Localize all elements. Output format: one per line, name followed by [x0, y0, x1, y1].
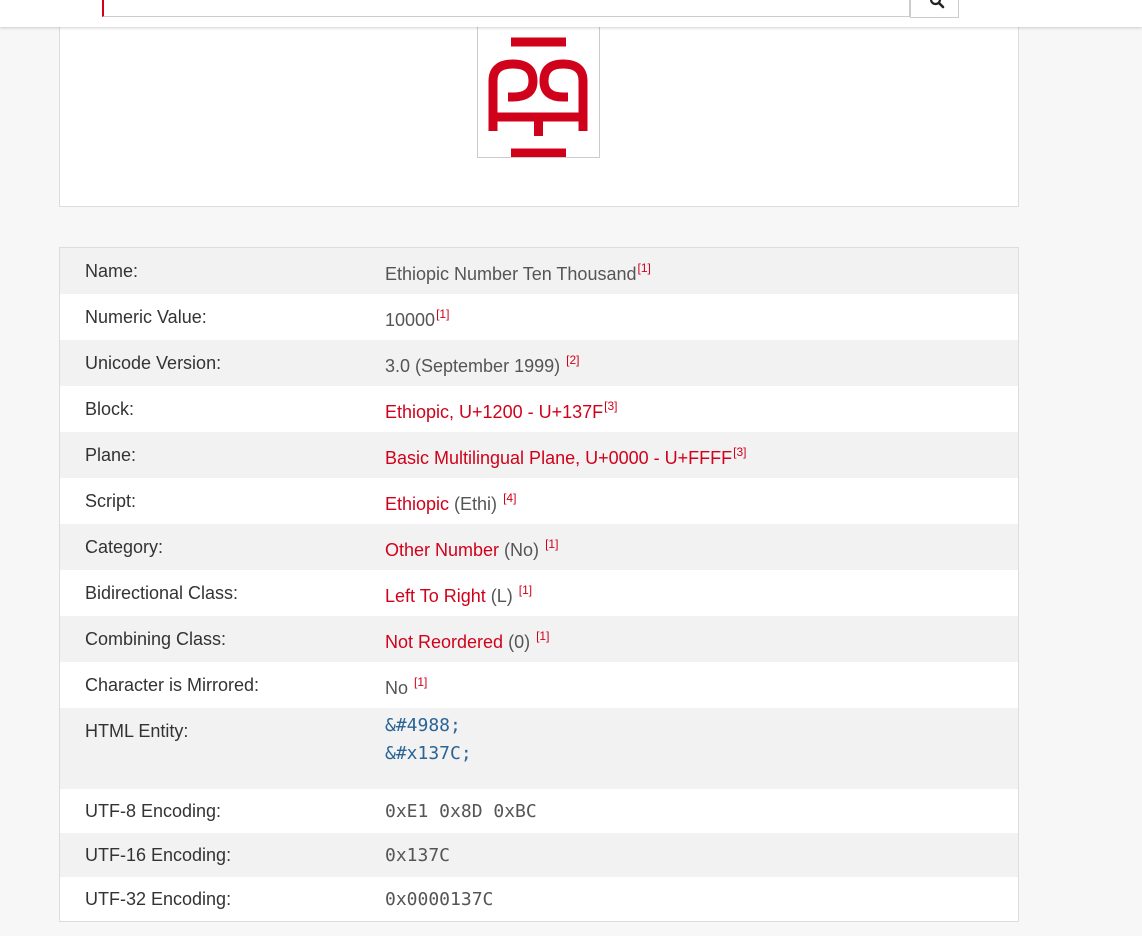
property-row-script: Script: Ethiopic (Ethi) [4]	[60, 478, 1018, 524]
property-row-utf32: UTF-32 Encoding: 0x0000137C	[60, 877, 1018, 921]
property-value: Ethiopic, U+1200 - U+137F[3]	[385, 399, 617, 423]
property-label: Plane:	[85, 445, 137, 465]
property-label: Combining Class:	[85, 629, 227, 649]
reference-link[interactable]: [1]	[519, 583, 532, 597]
reference-link[interactable]: [3]	[604, 399, 617, 413]
property-row-combining-class: Combining Class: Not Reordered (0) [1]	[60, 616, 1018, 662]
property-value: 10000[1]	[385, 307, 449, 331]
property-label: Category:	[85, 537, 164, 557]
property-row-bidirectional-class: Bidirectional Class: Left To Right (L) […	[60, 570, 1018, 616]
property-row-unicode-version: Unicode Version: 3.0 (September 1999) [2…	[60, 340, 1018, 386]
property-row-name: Name: Ethiopic Number Ten Thousand[1]	[60, 248, 1018, 294]
property-label: UTF-16 Encoding:	[85, 845, 232, 865]
numeric-value: 10000	[385, 310, 436, 330]
reference-link[interactable]: [3]	[733, 445, 746, 459]
version-value: 3.0 (September 1999)	[385, 356, 561, 376]
glyph-preview	[477, 18, 600, 158]
category-code: (No)	[499, 540, 540, 560]
bidi-code: (L)	[485, 586, 513, 606]
html-entity-hex: &#x137C;	[385, 743, 472, 764]
search-button[interactable]	[910, 0, 959, 18]
property-row-mirrored: Character is Mirrored: No [1]	[60, 662, 1018, 708]
reference-link[interactable]: [2]	[566, 353, 579, 367]
property-row-utf8: UTF-8 Encoding: 0xE1 0x8D 0xBC	[60, 789, 1018, 833]
top-bar	[0, 0, 1142, 27]
property-label: Numeric Value:	[85, 307, 207, 327]
utf16-value: 0x137C	[385, 845, 451, 866]
property-row-block: Block: Ethiopic, U+1200 - U+137F[3]	[60, 386, 1018, 432]
category-link[interactable]: Other Number	[385, 540, 499, 560]
property-value: Ethiopic (Ethi) [4]	[385, 491, 516, 515]
script-link[interactable]: Ethiopic	[385, 494, 449, 514]
property-label: Bidirectional Class:	[85, 583, 239, 603]
combining-link[interactable]: Not Reordered	[385, 632, 503, 652]
property-value: Left To Right (L) [1]	[385, 583, 532, 607]
reference-link[interactable]: [1]	[536, 629, 549, 643]
property-value: Basic Multilingual Plane, U+0000 - U+FFF…	[385, 445, 747, 469]
search-input[interactable]	[102, 0, 910, 17]
character-properties-table: Name: Ethiopic Number Ten Thousand[1] Nu…	[59, 247, 1019, 922]
html-entity-decimal: &#4988;	[385, 715, 461, 736]
utf8-value: 0xE1 0x8D 0xBC	[385, 801, 537, 822]
mirrored-value: No	[385, 678, 409, 698]
reference-link[interactable]: [1]	[638, 261, 651, 275]
property-row-utf16: UTF-16 Encoding: 0x137C	[60, 833, 1018, 877]
property-label: Script:	[85, 491, 137, 511]
property-label: Block:	[85, 399, 135, 419]
property-label: UTF-8 Encoding:	[85, 801, 222, 821]
reference-link[interactable]: [1]	[436, 307, 449, 321]
script-code: (Ethi)	[449, 494, 498, 514]
property-label: Unicode Version:	[85, 353, 222, 373]
property-value: Not Reordered (0) [1]	[385, 629, 549, 653]
combining-code: (0)	[503, 632, 531, 652]
property-value: Ethiopic Number Ten Thousand[1]	[385, 261, 651, 285]
property-value: 3.0 (September 1999) [2]	[385, 353, 579, 377]
reference-link[interactable]: [1]	[414, 675, 427, 689]
bidi-link[interactable]: Left To Right	[385, 586, 486, 606]
block-link[interactable]: Ethiopic, U+1200 - U+137F	[385, 402, 603, 422]
property-value: Other Number (No) [1]	[385, 537, 558, 561]
plane-link[interactable]: Basic Multilingual Plane, U+0000 - U+FFF…	[385, 448, 732, 468]
property-label: UTF-32 Encoding:	[85, 889, 232, 909]
name-value: Ethiopic Number Ten Thousand	[385, 264, 637, 284]
property-label: Character is Mirrored:	[85, 675, 260, 695]
search-icon	[929, 0, 945, 9]
ethiopic-ten-thousand-glyph	[488, 37, 588, 158]
property-value: &#4988; &#x137C;	[385, 712, 472, 768]
property-row-numeric-value: Numeric Value: 10000[1]	[60, 294, 1018, 340]
utf32-value: 0x0000137C	[385, 889, 494, 910]
property-label: Name:	[85, 261, 139, 281]
property-row-category: Category: Other Number (No) [1]	[60, 524, 1018, 570]
reference-link[interactable]: [4]	[503, 491, 516, 505]
property-label: HTML Entity:	[85, 721, 189, 741]
property-row-plane: Plane: Basic Multilingual Plane, U+0000 …	[60, 432, 1018, 478]
reference-link[interactable]: [1]	[545, 537, 558, 551]
property-row-html-entity: HTML Entity: &#4988; &#x137C;	[60, 708, 1018, 789]
property-value: No [1]	[385, 675, 427, 699]
